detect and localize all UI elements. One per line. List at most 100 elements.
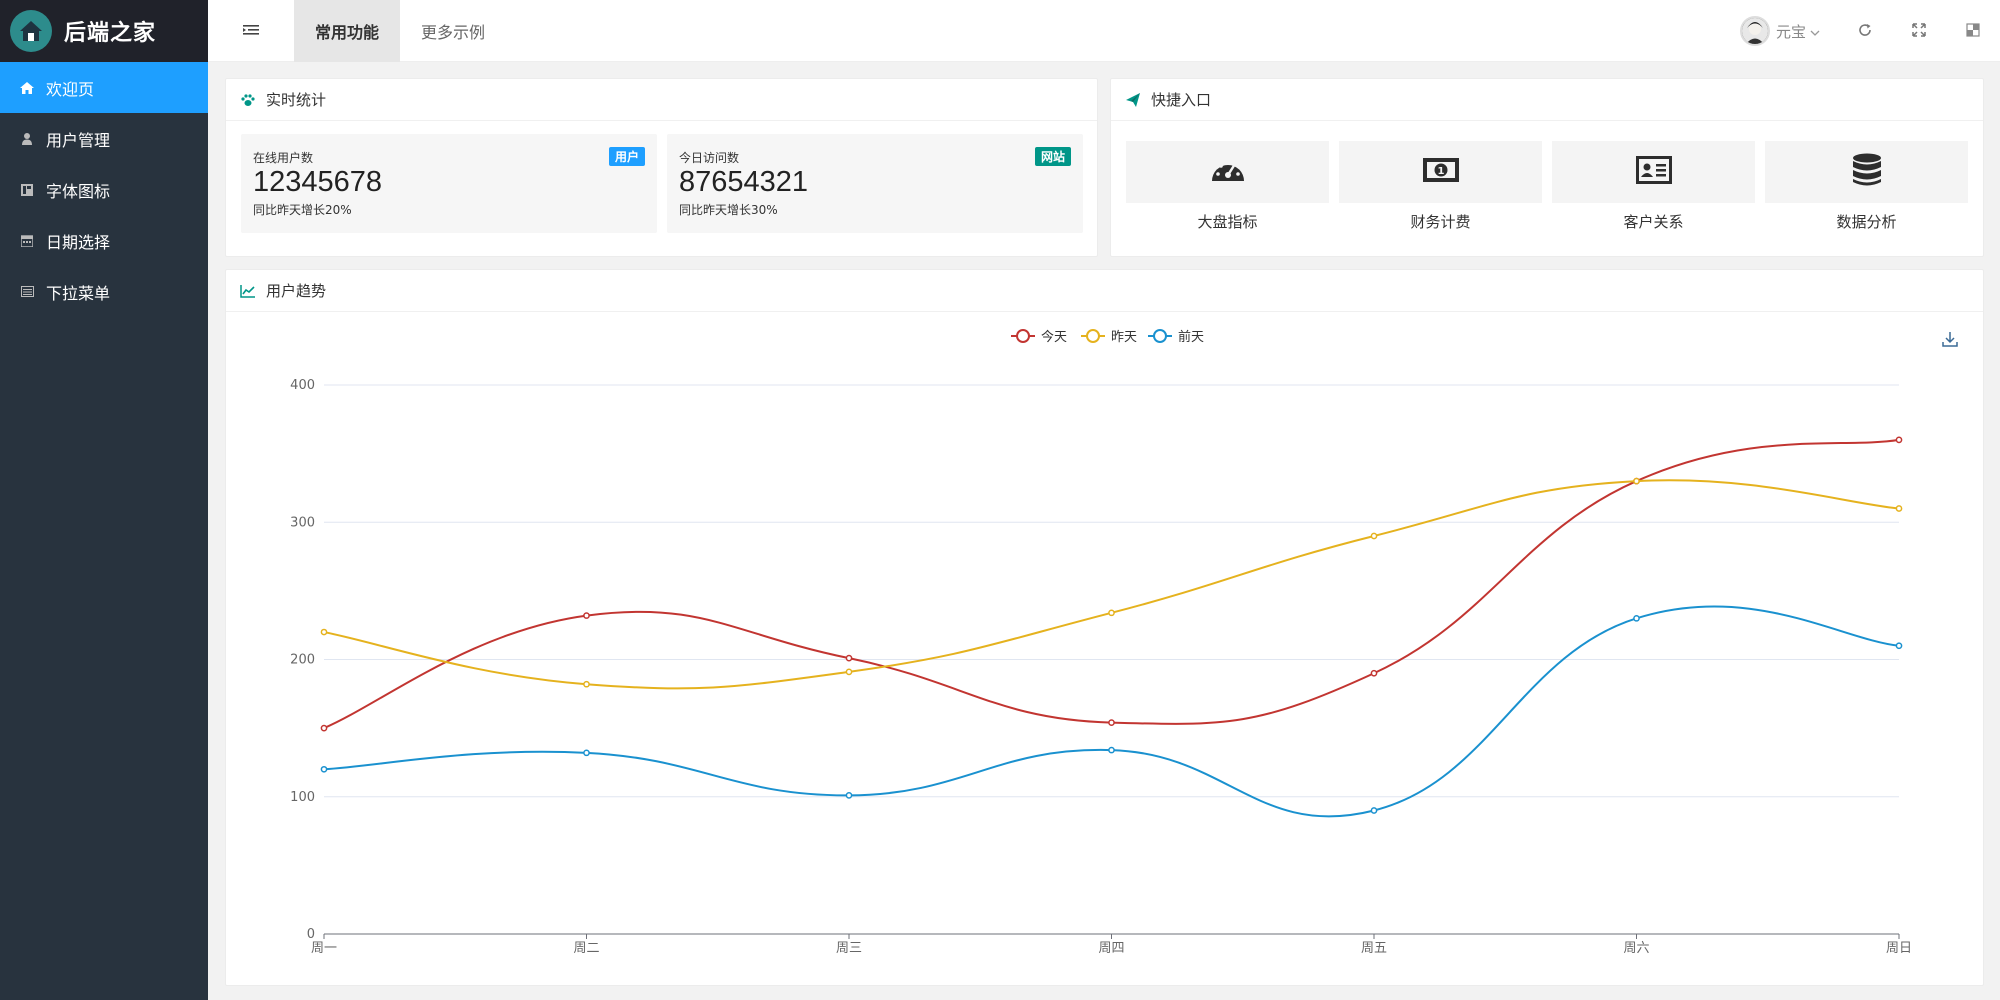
x-tick-label: 周二: [573, 941, 599, 956]
paper-plane-icon: [1125, 92, 1141, 108]
data-point: [1108, 746, 1115, 754]
x-tick-label: 周三: [836, 941, 862, 956]
x-tick-label: 周五: [1361, 941, 1387, 956]
logo[interactable]: 后端之家: [0, 0, 208, 62]
paw-icon: [240, 92, 256, 108]
status-badge: 用户: [608, 147, 645, 166]
data-point: [1370, 669, 1378, 677]
legend-label: 昨天: [1111, 330, 1137, 345]
data-point: [583, 680, 590, 688]
legend-marker: [1016, 329, 1030, 343]
stat-online-users: 在线用户数 用户 12345678 同比昨天增长20%: [241, 134, 657, 233]
quick-entry-finance[interactable]: 1 财务计费: [1339, 141, 1542, 232]
theme-icon: [1966, 22, 1980, 41]
legend-label: 今天: [1041, 329, 1067, 345]
data-point: [1108, 609, 1115, 617]
quick-entry-box[interactable]: [1765, 141, 1968, 203]
sidebar-item-user-management[interactable]: 用户管理: [0, 113, 208, 164]
quick-entry-customer[interactable]: 客户关系: [1552, 141, 1755, 232]
tab-common-functions[interactable]: 常用功能: [294, 0, 401, 62]
app-title: 后端之家: [64, 21, 157, 46]
download-icon[interactable]: [1942, 332, 1958, 347]
quick-entry-label: 大盘指标: [1197, 213, 1258, 231]
home-icon: [20, 81, 34, 95]
list-icon: [20, 285, 34, 299]
x-tick-label: 周一: [311, 941, 337, 956]
house-logo-icon: [10, 10, 52, 52]
id-card-icon: [1635, 155, 1673, 189]
series-line: [323, 479, 1900, 690]
data-point: [320, 628, 328, 636]
stat-today-visits: 今日访问数 网站 87654321 同比昨天增长30%: [667, 134, 1083, 233]
menu-collapse-icon: [243, 21, 259, 40]
data-point: [1633, 477, 1640, 485]
data-point: [1895, 436, 1903, 444]
sidebar: 后端之家 欢迎页 用户管理 字体图标 日期选择 下拉菜单: [0, 0, 208, 1000]
quick-entry-label: 客户关系: [1623, 213, 1684, 231]
chevron-down-icon[interactable]: [1810, 22, 1820, 41]
stat-value: 12345678: [253, 166, 383, 198]
y-tick-label: 0: [307, 927, 315, 942]
data-point: [583, 749, 590, 757]
quick-entry-dashboard[interactable]: 大盘指标: [1126, 141, 1329, 232]
data-point: [1633, 614, 1640, 622]
sidebar-item-welcome[interactable]: 欢迎页: [0, 62, 208, 113]
data-point: [1108, 719, 1115, 726]
user-trend-card: 用户趋势 0 100 200 300 400 周一 周二 周三 周四 周五 周六 周日 今天 昨天 前天: [225, 269, 1984, 986]
sidebar-item-label: 用户管理: [46, 130, 111, 150]
theme-button[interactable]: [1946, 0, 2000, 62]
quick-entry-analytics[interactable]: 数据分析: [1765, 141, 1968, 232]
legend-marker: [1086, 329, 1100, 343]
data-point: [845, 792, 853, 799]
top-header: 常用功能 更多示例 元宝: [208, 0, 2000, 62]
stat-label: 今日访问数: [679, 151, 740, 165]
header-right: 元宝: [1739, 0, 2000, 62]
x-tick-label: 周六: [1623, 941, 1649, 956]
data-point: [1895, 505, 1903, 512]
money-icon: 1: [1422, 157, 1460, 187]
quick-entry-label: 财务计费: [1410, 213, 1471, 231]
dashboard-icon: [1210, 155, 1246, 189]
data-point: [1370, 532, 1378, 540]
card-header: 快捷入口: [1111, 79, 1983, 121]
collapse-menu-button[interactable]: [208, 0, 294, 62]
refresh-icon: [1858, 22, 1872, 41]
avatar[interactable]: [1739, 16, 1770, 46]
tab-more-examples[interactable]: 更多示例: [400, 0, 506, 62]
user-name[interactable]: 元宝: [1776, 21, 1806, 42]
y-tick-label: 200: [290, 653, 315, 668]
sidebar-item-font-icons[interactable]: 字体图标: [0, 164, 208, 215]
quick-entry-box[interactable]: [1552, 141, 1755, 203]
quick-entry-card: 快捷入口 大盘指标 1 财务计费 客户关系 数据分析: [1110, 78, 1984, 257]
sidebar-item-dropdown[interactable]: 下拉菜单: [0, 266, 208, 317]
user-icon: [20, 132, 34, 146]
stat-growth: 同比昨天增长20%: [253, 203, 352, 217]
sidebar-item-label: 日期选择: [46, 232, 111, 252]
fullscreen-button[interactable]: [1892, 0, 1946, 62]
fullscreen-icon: [1912, 22, 1926, 41]
font-icon: [20, 183, 34, 197]
card-title: 快捷入口: [1151, 91, 1212, 109]
data-point: [583, 612, 590, 619]
quick-entry-box[interactable]: 1: [1339, 141, 1542, 203]
data-point: [845, 668, 853, 676]
data-point: [320, 765, 328, 773]
stat-growth: 同比昨天增长30%: [679, 203, 778, 217]
user-trend-chart: 0 100 200 300 400 周一 周二 周三 周四 周五 周六 周日 今天 昨天 前天: [290, 329, 1958, 956]
quick-entry-box[interactable]: [1126, 141, 1329, 203]
stat-value: 87654321: [679, 166, 809, 198]
stat-label: 在线用户数: [253, 151, 314, 165]
y-tick-label: 400: [290, 378, 315, 393]
sidebar-item-label: 欢迎页: [46, 79, 95, 99]
quick-entry-label: 数据分析: [1836, 213, 1897, 231]
data-point: [845, 654, 853, 662]
data-point: [1895, 642, 1903, 650]
data-point: [1370, 807, 1378, 814]
sidebar-item-label: 字体图标: [46, 181, 111, 201]
sidebar-item-date-picker[interactable]: 日期选择: [0, 215, 208, 266]
download-icon-path: [1942, 332, 1958, 347]
legend-label: 前天: [1178, 329, 1204, 345]
refresh-button[interactable]: [1838, 0, 1892, 62]
y-tick-label: 300: [290, 515, 315, 530]
card-header: 实时统计: [226, 79, 1097, 121]
